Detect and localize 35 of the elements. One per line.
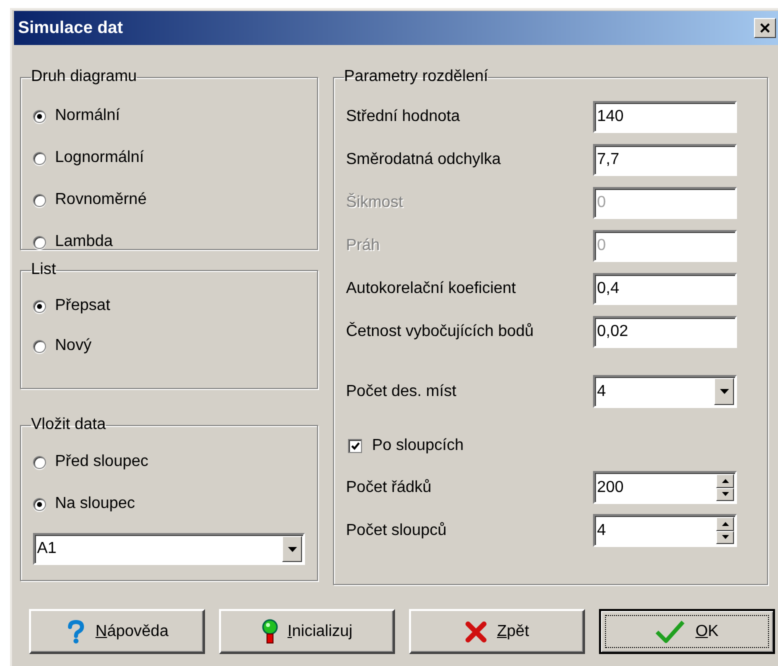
dropdown-field[interactable]: 4 [593, 375, 737, 408]
input-field[interactable]: 7,7 [593, 144, 737, 176]
radio-label: Lambda [55, 232, 113, 252]
radio-label: Nový [55, 336, 92, 356]
radio-label: Přepsat [55, 296, 110, 316]
field-label: Četnost vybočujících bodů [346, 321, 534, 342]
field-label: Autokorelační koeficient [346, 278, 516, 298]
dialog-button[interactable]: OK [599, 609, 775, 654]
field-label: Šikmost [346, 192, 403, 212]
dialog-button[interactable]: Zpět [409, 609, 585, 654]
field-label: Práh [346, 236, 380, 256]
window-title: Simulace dat [18, 17, 123, 40]
field-label: Střední hodnota [346, 106, 460, 126]
radio-label: Lognormální [55, 148, 144, 168]
input-field[interactable]: 0,02 [593, 316, 737, 348]
group-title: Vložit data [31, 415, 106, 435]
radio-label: Normální [55, 106, 120, 126]
radio-label: Na sloupec [55, 494, 136, 514]
group-title: Parametry rozdělení [344, 67, 488, 87]
input-field[interactable]: 0,4 [593, 272, 737, 304]
checkbox-label: Po sloupcích [372, 436, 464, 456]
spin-field[interactable]: 200 [593, 471, 737, 504]
group-title: List [31, 260, 56, 280]
field-label: Směrodatná odchylka [346, 150, 501, 170]
radio-label: Před sloupec [55, 452, 148, 472]
field-label: Počet sloupců [346, 520, 447, 540]
radio-label: Rovnoměrné [55, 190, 147, 210]
field-label: Počet des. míst [346, 382, 456, 402]
field-label: Počet řádků [346, 478, 432, 498]
dialog-button[interactable]: Inicializuj [219, 609, 395, 654]
input-field[interactable]: 140 [593, 100, 737, 132]
dialog-button[interactable]: Nápověda [29, 609, 205, 654]
spin-field[interactable]: 4 [593, 514, 737, 547]
dropdown-field[interactable]: A1 [33, 533, 305, 565]
group-title: Druh diagramu [31, 67, 137, 87]
